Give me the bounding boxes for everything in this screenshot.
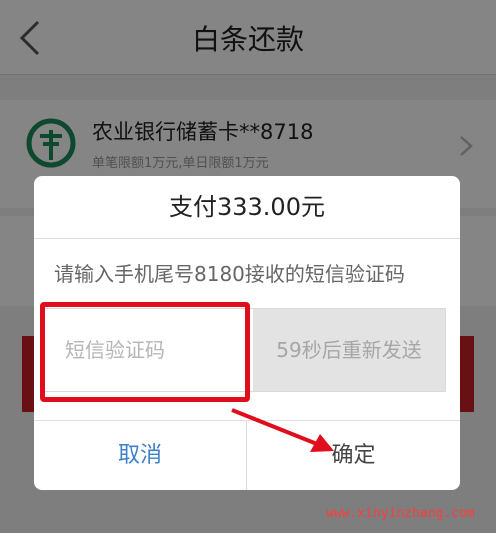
cancel-button[interactable]: 取消 xyxy=(34,421,246,490)
resend-code-button[interactable]: 59秒后重新发送 xyxy=(253,309,445,391)
dialog-title: 支付333.00元 xyxy=(34,176,460,239)
confirm-button[interactable]: 确定 xyxy=(247,421,460,490)
watermark: www.xinyinzhang.com xyxy=(326,506,475,521)
dialog-actions: 取消 确定 xyxy=(34,420,460,490)
highlight-annotation xyxy=(40,302,250,402)
dialog-message: 请输入手机尾号8180接收的短信验证码 xyxy=(54,262,405,286)
